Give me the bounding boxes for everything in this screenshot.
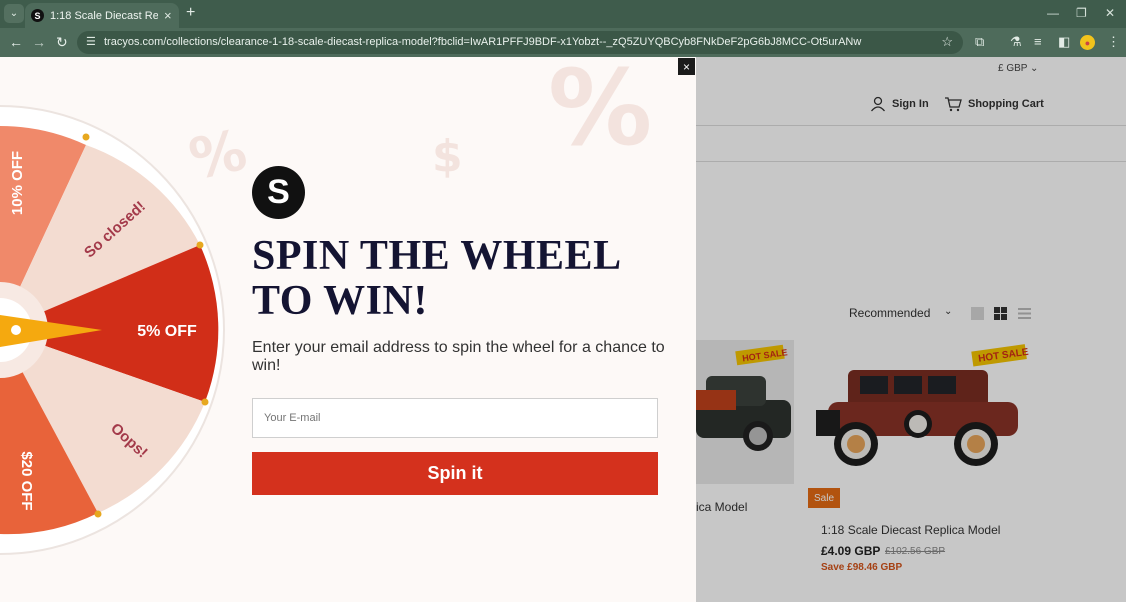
browser-tab[interactable]: S 1:18 Scale Diecast Replica Mod × xyxy=(25,3,179,28)
restore-icon[interactable]: ❐ xyxy=(1076,6,1087,20)
wheel-pointer-dot xyxy=(11,325,21,335)
favicon-icon: S xyxy=(31,9,44,22)
email-field[interactable] xyxy=(252,398,658,438)
address-bar[interactable]: ☰ tracyos.com/collections/clearance-1-18… xyxy=(77,31,963,54)
spin-button[interactable]: Spin it xyxy=(252,452,658,495)
wheel-label: 5% OFF xyxy=(137,323,197,340)
browser-toolbar: ← → ↻ ☰ tracyos.com/collections/clearanc… xyxy=(0,28,1126,57)
wheel-label: $20 OFF xyxy=(18,451,35,510)
tab-strip: ⌄ S 1:18 Scale Diecast Replica Mod × + —… xyxy=(0,0,1126,28)
dollar-decoration: $ xyxy=(432,131,463,182)
labs-icon[interactable]: ⚗ xyxy=(1010,34,1022,50)
close-icon[interactable]: × xyxy=(164,8,172,23)
close-icon[interactable]: × xyxy=(678,58,695,75)
menu-icon[interactable]: ⋮ xyxy=(1107,34,1120,50)
media-icon[interactable]: ≡ xyxy=(1034,34,1042,50)
tab-list-icon[interactable]: ⌄ xyxy=(4,4,24,23)
side-panel-icon[interactable]: ◧ xyxy=(1058,34,1070,50)
url-text[interactable]: tracyos.com/collections/clearance-1-18-s… xyxy=(104,36,861,48)
percent-decoration: % xyxy=(548,57,653,169)
site-info-icon[interactable]: ☰ xyxy=(86,35,96,48)
extensions-icon[interactable]: ⧉ xyxy=(975,34,984,50)
reload-icon[interactable]: ↻ xyxy=(56,33,68,51)
wheel-label: 10% OFF xyxy=(9,151,26,215)
forward-icon[interactable]: → xyxy=(32,33,46,51)
close-window-icon[interactable]: ✕ xyxy=(1105,6,1115,20)
spin-wheel-popup: % $ % 10% OFF So closed! 5% OFF Oops! $2… xyxy=(0,57,696,602)
profile-avatar[interactable]: ● xyxy=(1080,35,1095,50)
popup-subtext: Enter your email address to spin the whe… xyxy=(252,339,665,374)
wheel-peg xyxy=(82,133,90,141)
brand-logo: S xyxy=(252,166,305,219)
wheel-peg xyxy=(196,241,204,249)
popup-headline: SPIN THE WHEEL TO WIN! xyxy=(252,233,620,324)
new-tab-icon[interactable]: + xyxy=(186,5,195,21)
wheel-peg xyxy=(201,398,209,406)
prize-wheel: 10% OFF So closed! 5% OFF Oops! $20 OFF xyxy=(0,105,225,555)
back-icon[interactable]: ← xyxy=(9,33,23,51)
wheel-peg xyxy=(94,510,102,518)
tab-title: 1:18 Scale Diecast Replica Mod xyxy=(50,9,158,22)
minimize-icon[interactable]: — xyxy=(1047,6,1059,20)
star-icon[interactable]: ☆ xyxy=(941,34,953,50)
